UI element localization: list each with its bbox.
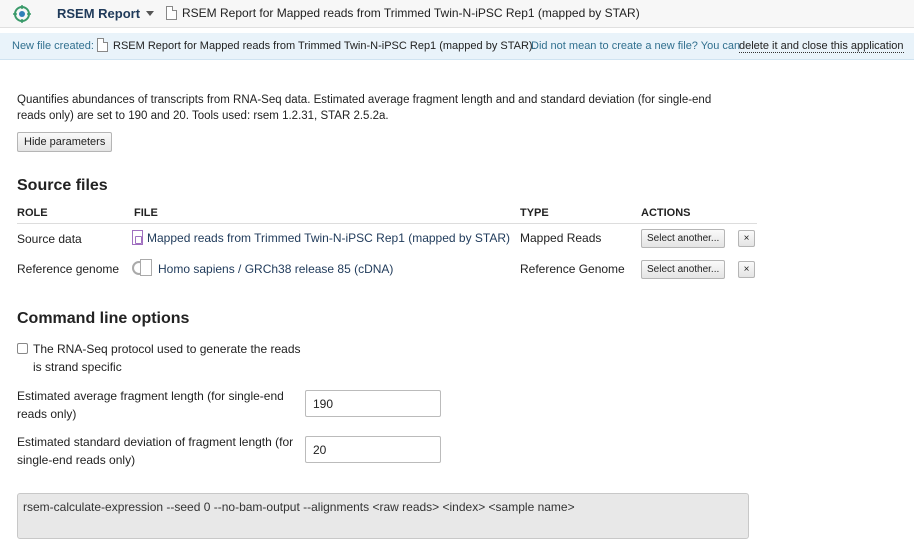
top-bar: RSEM Report RSEM Report for Mapped reads… [0, 0, 914, 28]
remove-button[interactable]: × [738, 261, 755, 278]
notice-prefix: New file created: [12, 40, 94, 52]
fragment-length-input[interactable] [305, 390, 441, 417]
select-another-button[interactable]: Select another... [641, 229, 726, 248]
column-header-actions: ACTIONS [641, 207, 691, 219]
reads-file-icon [132, 230, 143, 245]
genome-file-icon [132, 259, 154, 277]
document-icon [97, 38, 108, 52]
chevron-down-icon [146, 11, 155, 16]
fragment-length-label: Estimated average fragment length (for s… [17, 389, 284, 421]
app-logo-icon[interactable] [12, 4, 32, 24]
column-header-type: TYPE [520, 207, 549, 219]
row-role: Source data [17, 232, 82, 246]
remove-button[interactable]: × [738, 230, 755, 247]
source-files-heading: Source files [17, 177, 108, 194]
document-icon [166, 6, 177, 20]
row-role: Reference genome [17, 262, 120, 276]
table-divider [17, 223, 757, 224]
select-another-button[interactable]: Select another... [641, 260, 726, 279]
strand-specific-label: The RNA-Seq protocol used to generate th… [33, 342, 301, 374]
app-name: RSEM Report [57, 6, 141, 21]
new-file-notice: New file created: RSEM Report for Mapped… [0, 33, 914, 60]
app-description: Quantifies abundances of transcripts fro… [17, 94, 712, 122]
fragment-sd-input[interactable] [305, 436, 441, 463]
source-data-file-link[interactable]: Mapped reads from Trimmed Twin-N-iPSC Re… [147, 231, 510, 245]
notice-file-name: RSEM Report for Mapped reads from Trimme… [113, 40, 536, 52]
strand-specific-checkbox[interactable] [17, 343, 28, 354]
row-type: Mapped Reads [520, 231, 602, 245]
delete-and-close-link[interactable]: delete it and close this application [739, 40, 904, 53]
reference-genome-file-link[interactable]: Homo sapiens / GRCh38 release 85 (cDNA) [158, 262, 393, 276]
column-header-file: FILE [134, 207, 158, 219]
hide-parameters-button[interactable]: Hide parameters [17, 132, 113, 152]
app-menu[interactable]: RSEM Report [57, 6, 155, 21]
column-header-role: ROLE [17, 207, 48, 219]
command-line-options-heading: Command line options [17, 310, 190, 327]
row-type: Reference Genome [520, 262, 625, 276]
command-preview: rsem-calculate-expression --seed 0 --no-… [17, 493, 749, 539]
notice-question: Did not mean to create a new file? You c… [531, 40, 741, 52]
document-title: RSEM Report for Mapped reads from Trimme… [182, 6, 640, 20]
fragment-sd-label: Estimated standard deviation of fragment… [17, 435, 294, 467]
